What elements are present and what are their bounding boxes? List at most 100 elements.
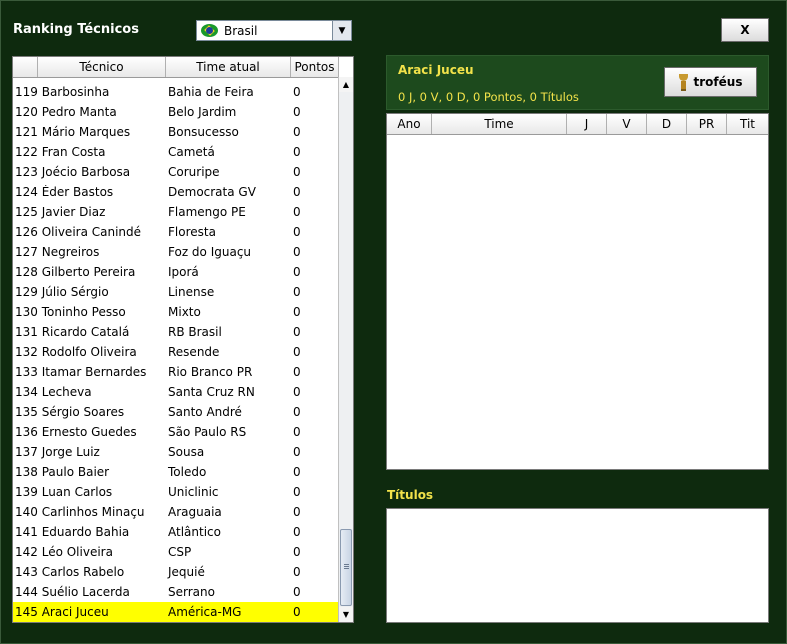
column-header-pontos[interactable]: Pontos xyxy=(291,57,339,77)
coach-name-cell: 121 Mário Marques xyxy=(15,125,131,139)
coach-name-cell: 129 Júlio Sérgio xyxy=(15,285,109,299)
table-row[interactable]: 141 Eduardo Bahia Atlântico 0 xyxy=(13,522,339,542)
table-row[interactable]: 130 Toninho Pesso Mixto 0 xyxy=(13,302,339,322)
table-row[interactable]: 124 Éder Bastos Democrata GV 0 xyxy=(13,182,339,202)
team-cell: CSP xyxy=(168,545,192,559)
brazil-flag-icon xyxy=(201,24,218,37)
column-header-index[interactable] xyxy=(13,57,38,77)
table-row[interactable]: 132 Rodolfo Oliveira Resende 0 xyxy=(13,342,339,362)
column-header-v[interactable]: V xyxy=(607,114,647,134)
table-row[interactable]: 138 Paulo Baier Toledo 0 xyxy=(13,462,339,482)
country-select[interactable]: Brasil ▼ xyxy=(196,20,352,41)
team-cell: Flamengo PE xyxy=(168,205,246,219)
points-cell: 0 xyxy=(293,465,301,479)
chevron-down-icon[interactable]: ▼ xyxy=(332,21,351,40)
column-header-tecnico[interactable]: Técnico xyxy=(38,57,166,77)
column-header-ano[interactable]: Ano xyxy=(387,114,432,134)
team-cell: Jequié xyxy=(168,565,205,579)
team-cell: Sousa xyxy=(168,445,205,459)
column-header-d[interactable]: D xyxy=(647,114,687,134)
coach-name-cell: 138 Paulo Baier xyxy=(15,465,110,479)
team-cell: RB Brasil xyxy=(168,325,222,339)
table-row[interactable]: 140 Carlinhos Minaçu Araguaia 0 xyxy=(13,502,339,522)
team-cell: Belo Jardim xyxy=(168,105,237,119)
table-row[interactable]: 121 Mário Marques Bonsucesso 0 xyxy=(13,122,339,142)
team-cell: Linense xyxy=(168,285,215,299)
table-row[interactable]: 136 Ernesto Guedes São Paulo RS 0 xyxy=(13,422,339,442)
close-button[interactable]: X xyxy=(721,18,769,42)
coach-name-cell: 143 Carlos Rabelo xyxy=(15,565,125,579)
coach-stats: 0 J, 0 V, 0 D, 0 Pontos, 0 Títulos xyxy=(398,90,579,104)
table-row[interactable]: 145 Araci Juceu América-MG 0 xyxy=(13,602,339,622)
points-cell: 0 xyxy=(293,365,301,379)
table-row[interactable]: 133 Itamar Bernardes Rio Branco PR 0 xyxy=(13,362,339,382)
column-header-time-atual[interactable]: Time atual xyxy=(166,57,291,77)
points-cell: 0 xyxy=(293,605,301,619)
column-header-pr[interactable]: PR xyxy=(687,114,727,134)
column-header-time[interactable]: Time xyxy=(432,114,567,134)
points-cell: 0 xyxy=(293,265,301,279)
table-row[interactable]: 144 Suélio Lacerda Serrano 0 xyxy=(13,582,339,602)
history-table-header: Ano Time J V D PR Tit xyxy=(387,114,768,135)
table-row[interactable]: 131 Ricardo Catalá RB Brasil 0 xyxy=(13,322,339,342)
coach-name-cell: 144 Suélio Lacerda xyxy=(15,585,130,599)
table-row[interactable]: 125 Javier Diaz Flamengo PE 0 xyxy=(13,202,339,222)
team-cell: São Paulo RS xyxy=(168,425,247,439)
points-cell: 0 xyxy=(293,545,301,559)
coach-name-cell: 134 Lecheva xyxy=(15,385,92,399)
trophies-button-label: troféus xyxy=(693,75,743,89)
points-cell: 0 xyxy=(293,425,301,439)
team-cell: Serrano xyxy=(168,585,215,599)
table-row[interactable]: 135 Sérgio Soares Santo André 0 xyxy=(13,402,339,422)
points-cell: 0 xyxy=(293,385,301,399)
team-cell: Foz do Iguaçu xyxy=(168,245,252,259)
table-row[interactable]: 123 Joécio Barbosa Coruripe 0 xyxy=(13,162,339,182)
table-row[interactable]: 143 Carlos Rabelo Jequié 0 xyxy=(13,562,339,582)
scroll-up-icon[interactable]: ▲ xyxy=(339,77,353,92)
coach-name-cell: 135 Sérgio Soares xyxy=(15,405,125,419)
ranking-table: Técnico Time atual Pontos 119 Barbosinha… xyxy=(12,56,354,623)
table-row[interactable]: 129 Júlio Sérgio Linense 0 xyxy=(13,282,339,302)
titles-list xyxy=(386,508,769,623)
coach-name-cell: 137 Jorge Luiz xyxy=(15,445,100,459)
trophies-button[interactable]: troféus xyxy=(664,67,757,97)
table-row[interactable]: 126 Oliveira Canindé Floresta 0 xyxy=(13,222,339,242)
team-cell: Resende xyxy=(168,345,220,359)
team-cell: Santo André xyxy=(168,405,242,419)
table-row[interactable]: 127 Negreiros Foz do Iguaçu 0 xyxy=(13,242,339,262)
points-cell: 0 xyxy=(293,485,301,499)
column-header-j[interactable]: J xyxy=(567,114,607,134)
coach-name-cell: 145 Araci Juceu xyxy=(15,605,109,619)
coach-name-cell: 130 Toninho Pesso xyxy=(15,305,126,319)
table-row[interactable]: 122 Fran Costa Cametá 0 xyxy=(13,142,339,162)
points-cell: 0 xyxy=(293,585,301,599)
table-row[interactable]: 119 Barbosinha Bahia de Feira 0 xyxy=(13,82,339,102)
coach-name-cell: 124 Éder Bastos xyxy=(15,185,114,199)
table-row[interactable]: 142 Léo Oliveira CSP 0 xyxy=(13,542,339,562)
points-cell: 0 xyxy=(293,525,301,539)
table-row[interactable]: 139 Luan Carlos Uniclinic 0 xyxy=(13,482,339,502)
titles-label: Títulos xyxy=(387,488,434,502)
points-cell: 0 xyxy=(293,405,301,419)
page-title: Ranking Técnicos xyxy=(13,22,139,37)
points-cell: 0 xyxy=(293,225,301,239)
table-row[interactable]: 134 Lecheva Santa Cruz RN 0 xyxy=(13,382,339,402)
points-cell: 0 xyxy=(293,125,301,139)
points-cell: 0 xyxy=(293,285,301,299)
team-cell: Democrata GV xyxy=(168,185,256,199)
table-row[interactable]: 137 Jorge Luiz Sousa 0 xyxy=(13,442,339,462)
coach-name-cell: 126 Oliveira Canindé xyxy=(15,225,142,239)
table-row[interactable]: 128 Gilberto Pereira Iporá 0 xyxy=(13,262,339,282)
column-header-tit[interactable]: Tit xyxy=(727,114,768,134)
ranking-scrollbar[interactable]: ▲ ▼ xyxy=(338,77,353,622)
coach-name-cell: 128 Gilberto Pereira xyxy=(15,265,136,279)
scrollbar-thumb[interactable] xyxy=(340,529,352,606)
coach-name-cell: 123 Joécio Barbosa xyxy=(15,165,131,179)
table-row[interactable]: 120 Pedro Manta Belo Jardim 0 xyxy=(13,102,339,122)
ranking-table-header: Técnico Time atual Pontos xyxy=(13,57,339,78)
points-cell: 0 xyxy=(293,505,301,519)
scroll-down-icon[interactable]: ▼ xyxy=(339,607,353,622)
team-cell: Toledo xyxy=(168,465,207,479)
points-cell: 0 xyxy=(293,165,301,179)
points-cell: 0 xyxy=(293,145,301,159)
